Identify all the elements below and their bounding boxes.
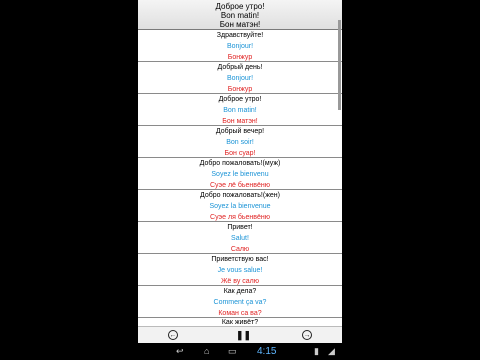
phrase-transcription: Коман са ва? [218,310,262,317]
left-arrow-icon[interactable]: ← [168,330,178,340]
header-transcription: Бон матэн! [219,20,261,29]
phrase-russian: Добро пожаловать!(жен) [200,192,280,199]
phrase-row[interactable]: Доброе утро! Bon matin! Бон матэн! [138,94,342,126]
phrase-row[interactable]: Как дела? Comment ça va? Коман са ва? [138,286,342,318]
phrase-row[interactable]: Здравствуйте! Bonjour! Бонжур [138,30,342,62]
phrase-french: Bonjour! [226,43,254,50]
phrase-russian: Здравствуйте! [216,32,264,39]
phrase-russian: Привет! [227,224,253,231]
phrase-french: Soyez le bienvenu [211,171,269,178]
clock: 4:15 [257,346,277,357]
phrase-list[interactable]: Здравствуйте! Bonjour! Бонжур Добрый ден… [138,30,342,328]
system-navigation-bar: ↩ ⌂ ▭ 4:15 ▮ ◢ [138,343,342,360]
pause-icon[interactable]: ❚❚ [236,330,251,341]
phrase-french: Bon soir! [226,139,254,146]
home-icon[interactable]: ⌂ [204,346,209,356]
back-icon[interactable]: ↩ [176,346,184,357]
current-phrase-header: Доброе утро! Bon matin! Бон матэн! [138,0,342,30]
phrase-row[interactable]: Добрый вечер! Bon soir! Бон суар! [138,126,342,158]
phrase-french: Soyez la bienvenue [209,203,271,210]
phrase-row[interactable]: Привет! Salut! Салю [138,222,342,254]
scrollbar[interactable] [338,20,341,110]
header-french: Bon matin! [220,11,260,20]
phrase-row[interactable]: Добро пожаловать!(муж) Soyez le bienvenu… [138,158,342,190]
phrase-russian: Добро пожаловать!(муж) [199,160,281,167]
phrase-russian: Как дела? [223,288,257,295]
header-russian: Доброе утро! [215,2,265,11]
phrase-russian: Доброе утро! [218,96,262,103]
phrase-row[interactable]: Добрый день! Bonjour! Бонжур [138,62,342,94]
phrase-french: Comment ça va? [213,299,267,306]
phrasebook-screen: Доброе утро! Bon matin! Бон матэн! Здрав… [138,0,342,341]
phrase-row[interactable]: Приветствую вас! Je vous salue! Жё ву са… [138,254,342,286]
player-controls: ← ❚❚ → [138,326,342,344]
phrase-russian: Добрый день! [217,64,263,71]
phrase-french: Bonjour! [226,75,254,82]
phrase-russian: Приветствую вас! [211,256,269,263]
phrase-french: Salut! [231,235,249,242]
battery-icon: ▮ [314,346,319,356]
phrase-french: Bon matin! [223,107,257,114]
recent-apps-icon[interactable]: ▭ [228,346,237,357]
right-arrow-icon[interactable]: → [302,330,312,340]
phrase-row[interactable]: Добро пожаловать!(жен) Soyez la bienvenu… [138,190,342,222]
signal-icon: ◢ [328,346,335,356]
phrase-russian: Добрый вечер! [215,128,265,135]
phrase-french: Je vous salue! [217,267,263,274]
